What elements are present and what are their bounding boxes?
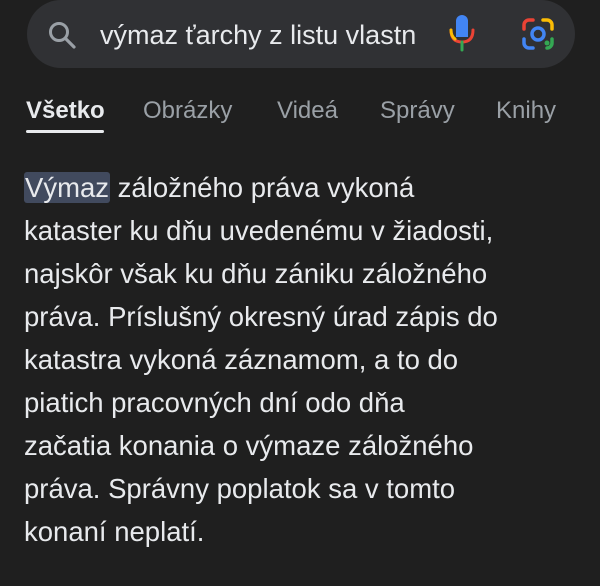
search-results-page: výmaz ťarchy z listu vlastn Všetko Obráz… <box>0 0 600 586</box>
snippet-line: najskôr však ku dňu zániku záložného <box>24 258 488 289</box>
featured-snippet: Výmaz záložného práva vykoná kataster ku… <box>24 166 584 553</box>
tab-spravy[interactable]: Správy <box>380 96 455 126</box>
snippet-line-text: záložného práva vykoná <box>110 172 415 203</box>
snippet-line: práva. Správny poplatok sa v tomto <box>24 473 456 504</box>
tab-videa[interactable]: Videá <box>277 96 338 126</box>
search-icon[interactable] <box>47 20 77 50</box>
snippet-line: Výmaz záložného práva vykoná <box>24 166 584 209</box>
snippet-line: začatia konania o výmaze záložného <box>24 430 474 461</box>
snippet-line: katastra vykoná záznamom, a to do <box>24 344 459 375</box>
tab-knihy[interactable]: Knihy <box>496 96 556 126</box>
snippet-line: kataster ku dňu uvedenému v žiadosti, <box>24 215 494 246</box>
snippet-line: konaní neplatí. <box>24 516 205 547</box>
search-input[interactable]: výmaz ťarchy z listu vlastn <box>100 16 452 56</box>
google-lens-icon[interactable] <box>521 17 555 51</box>
tab-vsetko[interactable]: Všetko <box>26 96 105 126</box>
active-tab-indicator <box>26 130 104 133</box>
highlighted-term: Výmaz <box>24 172 111 203</box>
search-bar[interactable]: výmaz ťarchy z listu vlastn <box>27 0 575 68</box>
snippet-line: piatich pracovných dní odo dňa <box>24 387 405 418</box>
snippet-line: práva. Príslušný okresný úrad zápis do <box>24 301 498 332</box>
tab-obrazky[interactable]: Obrázky <box>143 96 232 126</box>
mic-icon[interactable] <box>447 13 477 53</box>
search-tabs: Všetko Obrázky Videá Správy Knihy <box>0 88 600 134</box>
